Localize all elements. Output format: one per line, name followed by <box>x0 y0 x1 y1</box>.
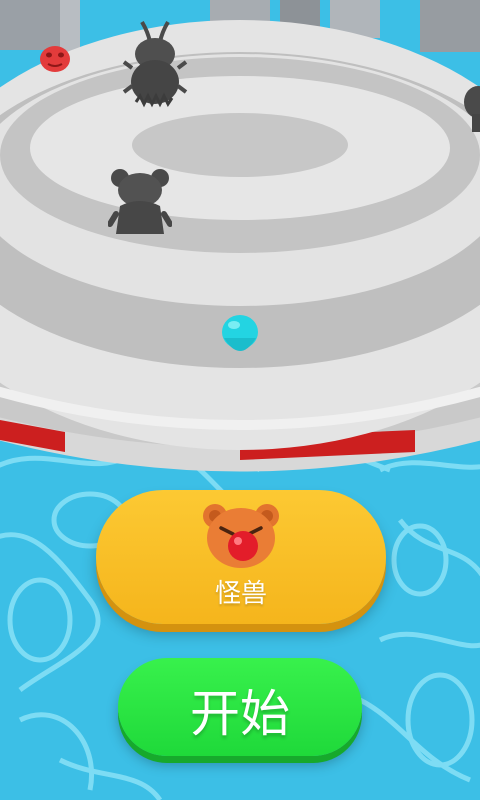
monster-select-button[interactable]: 怪兽 <box>96 490 386 624</box>
bear-monster-icon <box>203 504 279 568</box>
beetle-monster-icon <box>122 20 188 108</box>
player-character-icon[interactable] <box>218 312 262 364</box>
game-scene: 怪兽 开始 <box>0 0 480 800</box>
monster-partial-icon <box>464 86 480 132</box>
red-enemy-icon <box>40 46 70 72</box>
start-button[interactable]: 开始 <box>118 658 362 756</box>
bear-monster-icon <box>108 169 172 234</box>
start-button-label: 开始 <box>190 685 290 743</box>
monster-button-label: 怪兽 <box>214 579 267 609</box>
